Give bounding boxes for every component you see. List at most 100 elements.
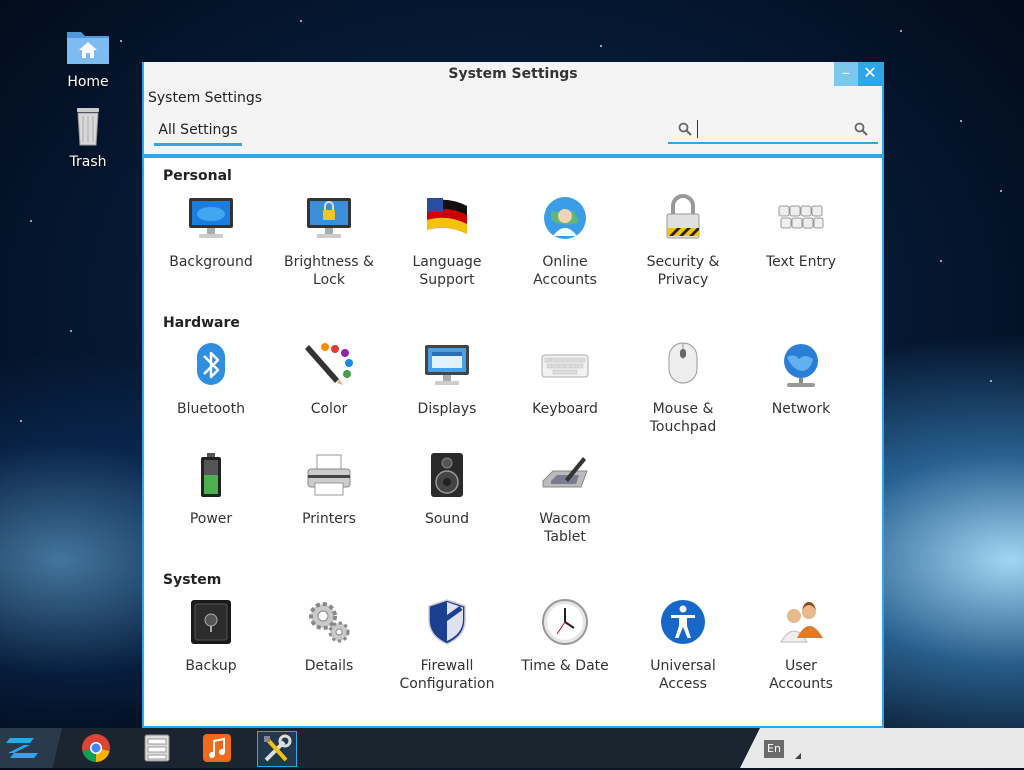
desktop-icon-label: Home (67, 74, 109, 90)
speaker-icon (431, 453, 463, 497)
item-label-line2: Accounts (533, 272, 597, 288)
desktop-icon-label: Trash (69, 154, 107, 170)
keyboard-icon (541, 354, 589, 378)
system-settings-taskbar-button[interactable] (257, 731, 297, 767)
settings-content: Personal Hardware System Background Brig… (144, 158, 882, 726)
settings-item-sound[interactable]: Sound (388, 451, 506, 528)
header-bar: System Settings All Settings (144, 88, 882, 154)
item-label: Sound (424, 511, 470, 527)
item-label-line2: Lock (313, 272, 345, 288)
settings-item-online-accounts[interactable]: Online Accounts (506, 194, 624, 289)
settings-item-security-privacy[interactable]: Security & Privacy (624, 194, 742, 289)
battery-icon (201, 453, 221, 497)
settings-item-mouse-touchpad[interactable]: Mouse & Touchpad (624, 341, 742, 436)
item-label: Online (542, 254, 588, 270)
settings-item-backup[interactable]: Backup (152, 598, 270, 675)
item-label: User (785, 658, 817, 674)
color-pencil-icon (305, 343, 353, 385)
settings-item-wacom-tablet[interactable]: Wacom Tablet (506, 451, 624, 546)
settings-item-details[interactable]: Details (270, 598, 388, 675)
users-icon (780, 602, 823, 643)
item-label: Language (412, 254, 482, 270)
network-status-icon[interactable] (794, 752, 802, 760)
desktop-icon-home[interactable]: Home (53, 24, 123, 90)
system-settings-window: System Settings – ✕ System Settings All … (142, 62, 884, 728)
printer-icon (307, 454, 351, 496)
flag-icon (427, 198, 467, 234)
item-label: Security & (646, 254, 720, 270)
padlock-icon (666, 194, 700, 239)
accessibility-icon (661, 600, 705, 644)
item-label-line2: Privacy (657, 272, 709, 288)
bluetooth-icon (197, 343, 225, 385)
item-label: Wacom (539, 511, 591, 527)
settings-item-background[interactable]: Background (152, 194, 270, 271)
settings-item-time-date[interactable]: Time & Date (506, 598, 624, 675)
item-label: Printers (302, 511, 356, 527)
monitor-icon (189, 198, 233, 238)
tools-icon (264, 734, 292, 762)
item-label: Time & Date (521, 658, 609, 674)
shield-icon (428, 599, 466, 645)
tablet-icon (542, 457, 588, 488)
chrome-icon[interactable] (79, 731, 113, 765)
item-label: Keyboard (532, 401, 598, 417)
tab-all-settings[interactable]: All Settings (154, 118, 242, 146)
mouse-icon (668, 342, 698, 384)
item-label: Details (304, 658, 354, 674)
item-label: Mouse & (652, 401, 714, 417)
item-label-line2: Tablet (544, 529, 586, 545)
item-label-line2: Touchpad (649, 419, 717, 435)
settings-item-bluetooth[interactable]: Bluetooth (152, 341, 270, 418)
settings-item-color[interactable]: Color (270, 341, 388, 418)
settings-item-firewall-configuration[interactable]: Firewall Configuration (388, 598, 506, 693)
safe-icon (191, 600, 231, 644)
item-label-line2: Access (659, 676, 707, 692)
desktop-icon-trash[interactable]: Trash (53, 104, 123, 170)
item-label: Text Entry (765, 254, 836, 270)
section-title-personal: Personal (163, 168, 232, 184)
search-icon[interactable] (854, 122, 868, 136)
settings-item-displays[interactable]: Displays (388, 341, 506, 418)
keys-icon (778, 205, 824, 229)
item-label: Network (771, 401, 831, 417)
music-player-icon[interactable] (200, 731, 234, 765)
close-button[interactable]: ✕ (858, 62, 882, 86)
keyboard-layout-indicator[interactable]: En (764, 740, 784, 758)
settings-item-user-accounts[interactable]: User Accounts (742, 598, 860, 693)
item-label-line2: Configuration (399, 676, 495, 692)
search-icon (678, 122, 692, 136)
minimize-button[interactable]: – (834, 62, 858, 86)
display-icon (425, 345, 469, 385)
settings-item-printers[interactable]: Printers (270, 451, 388, 528)
settings-item-network[interactable]: Network (742, 341, 860, 418)
item-label: Firewall (420, 658, 474, 674)
item-label: Universal (650, 658, 716, 674)
settings-item-keyboard[interactable]: Keyboard (506, 341, 624, 418)
brightness-lock-icon (307, 198, 351, 238)
globe-user-icon (544, 197, 586, 239)
item-label: Displays (417, 401, 477, 417)
settings-item-power[interactable]: Power (152, 451, 270, 528)
clock-icon (542, 599, 588, 645)
search-input[interactable] (696, 119, 848, 141)
item-label: Power (189, 511, 233, 527)
settings-item-universal-access[interactable]: Universal Access (624, 598, 742, 693)
item-label-line2: Accounts (769, 676, 833, 692)
section-title-system: System (163, 572, 222, 588)
item-label: Bluetooth (177, 401, 245, 417)
settings-item-language-support[interactable]: Language Support (388, 194, 506, 289)
trash-icon (77, 108, 99, 146)
item-label: Background (169, 254, 253, 270)
settings-item-brightness-lock[interactable]: Brightness & Lock (270, 194, 388, 289)
titlebar[interactable]: System Settings – ✕ (144, 62, 882, 88)
item-label: Brightness & (284, 254, 374, 270)
breadcrumb: System Settings (148, 90, 263, 106)
settings-item-text-entry[interactable]: Text Entry (742, 194, 860, 271)
item-label: Color (310, 401, 348, 417)
gears-icon (309, 602, 350, 643)
item-label: Backup (185, 658, 237, 674)
start-button[interactable] (0, 728, 62, 768)
search-box (668, 116, 878, 144)
file-manager-icon[interactable] (140, 731, 174, 765)
